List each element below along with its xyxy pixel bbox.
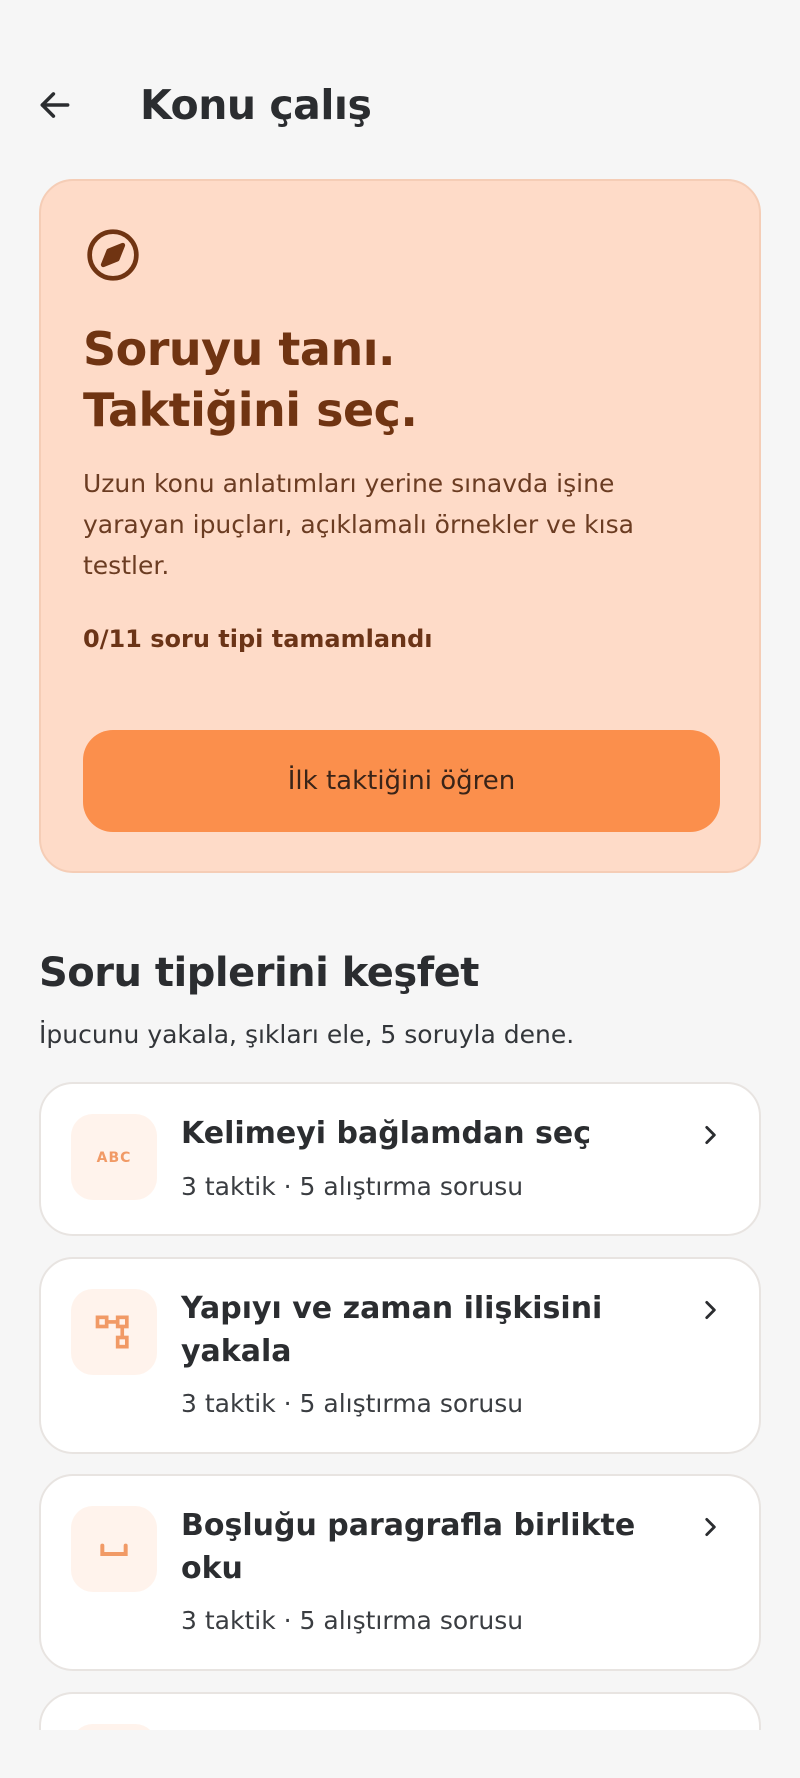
arrow-left-icon bbox=[40, 92, 70, 118]
page-title: Konu çalış bbox=[140, 81, 372, 129]
question-type-card-structure-time[interactable]: Yapıyı ve zaman ilişkisini yakala 3 takt… bbox=[39, 1257, 761, 1454]
chevron-right-icon bbox=[705, 1126, 716, 1144]
blank-space-icon bbox=[100, 1543, 128, 1556]
card-icon-container bbox=[71, 1289, 157, 1375]
svg-text:ABC: ABC bbox=[97, 1150, 132, 1166]
structure-icon bbox=[95, 1315, 129, 1349]
learn-first-tactic-button[interactable]: İlk taktiğini öğren bbox=[83, 730, 720, 832]
card-meta: 3 taktik · 5 alıştırma sorusu bbox=[181, 1606, 524, 1635]
question-type-card-partial[interactable] bbox=[39, 1692, 761, 1730]
section-title: Soru tiplerini keşfet bbox=[39, 950, 479, 996]
card-meta: 3 taktik · 5 alıştırma sorusu bbox=[181, 1389, 524, 1418]
hero-title: Soruyu tanı. Taktiğini seç. bbox=[83, 319, 723, 441]
abc-icon: ABC bbox=[97, 1150, 132, 1166]
question-type-card-context-word[interactable]: ABC Kelimeyi bağlamdan seç 3 taktik · 5 … bbox=[39, 1082, 761, 1236]
hero-title-line2: Taktiğini seç. bbox=[83, 383, 418, 437]
card-title: Kelimeyi bağlamdan seç bbox=[181, 1116, 592, 1151]
chevron-right-icon bbox=[705, 1301, 716, 1319]
compass-icon bbox=[87, 229, 139, 281]
question-type-card-blank-paragraph[interactable]: Boşluğu paragrafla birlikte oku 3 taktik… bbox=[39, 1474, 761, 1671]
app-header: Konu çalış bbox=[0, 62, 800, 142]
clip-region bbox=[0, 1692, 800, 1730]
back-button[interactable] bbox=[28, 78, 82, 132]
card-icon-container: ABC bbox=[71, 1114, 157, 1200]
card-title: Boşluğu paragrafla birlikte oku bbox=[181, 1508, 636, 1586]
card-icon-container bbox=[71, 1506, 157, 1592]
hero-title-line1: Soruyu tanı. bbox=[83, 322, 395, 376]
hero-card: Soruyu tanı. Taktiğini seç. Uzun konu an… bbox=[39, 179, 761, 873]
chevron-right-icon bbox=[705, 1518, 716, 1536]
hero-description: Uzun konu anlatımları yerine sınavda işi… bbox=[83, 469, 634, 580]
section-subtitle: İpucunu yakala, şıkları ele, 5 soruyla d… bbox=[39, 1020, 575, 1049]
card-title: Yapıyı ve zaman ilişkisini yakala bbox=[181, 1291, 603, 1369]
progress-text: 0/11 soru tipi tamamlandı bbox=[83, 625, 433, 653]
bottom-bar-area bbox=[0, 1730, 800, 1778]
topic-study-screen: Konu çalış Soruyu tanı. Taktiğini seç. U… bbox=[0, 0, 800, 1778]
card-meta: 3 taktik · 5 alıştırma sorusu bbox=[181, 1172, 524, 1201]
